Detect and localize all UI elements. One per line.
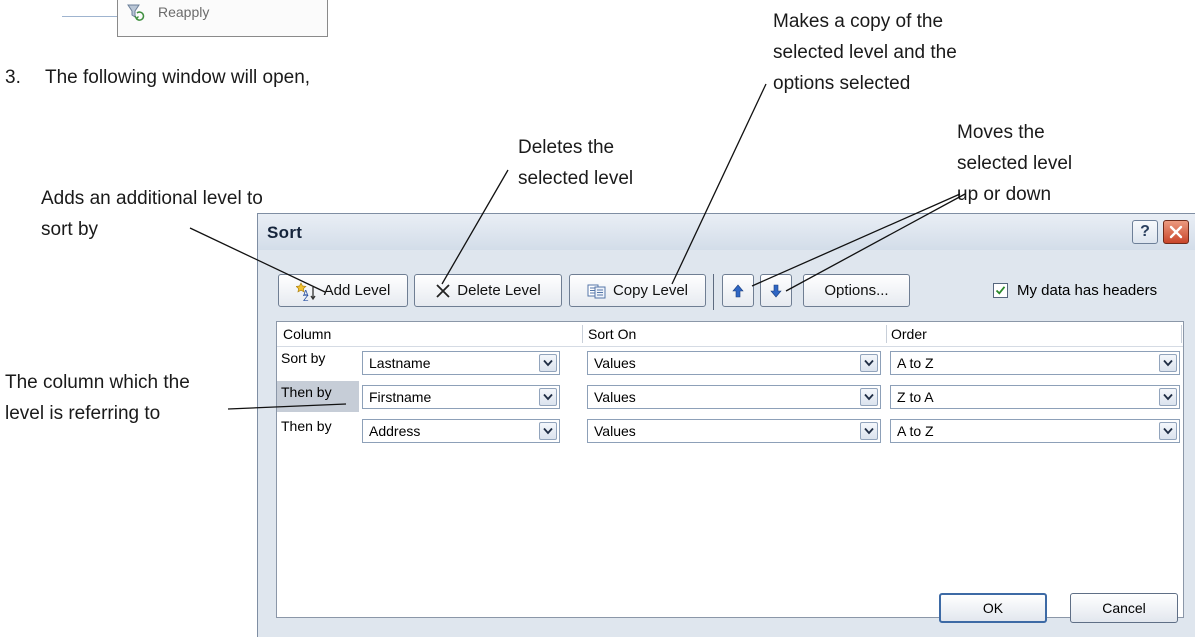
- pointer-move-up: [751, 193, 961, 287]
- pointer-copy-level: [671, 83, 767, 285]
- annotation-pointers: [189, 83, 966, 410]
- pointer-move-down: [785, 193, 966, 292]
- pointer-delete-level: [441, 169, 509, 285]
- pointer-column: [227, 403, 347, 410]
- pointer-add-level: [189, 227, 326, 293]
